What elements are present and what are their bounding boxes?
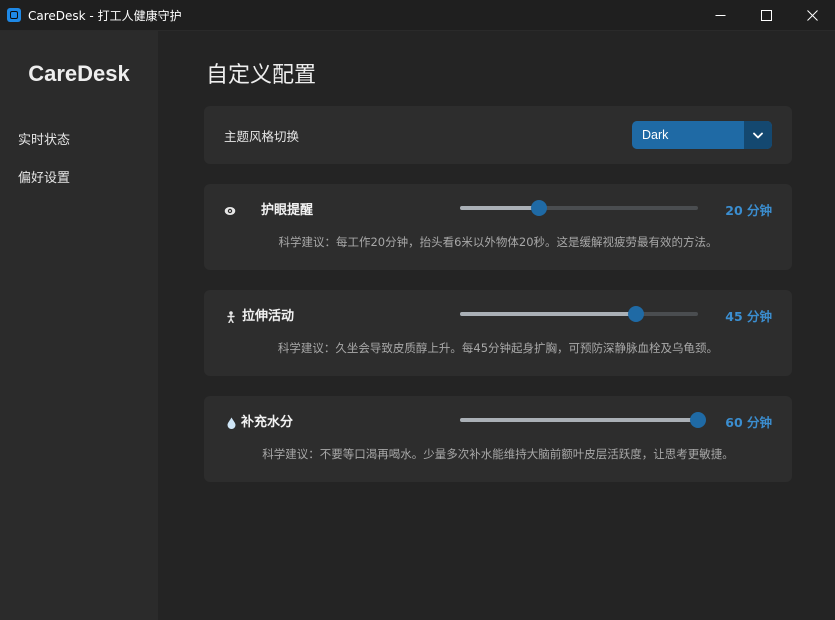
maximize-icon — [760, 10, 772, 21]
slider-thumb[interactable] — [628, 306, 645, 322]
page-title: 自定义配置 — [206, 63, 317, 88]
theme-dropdown[interactable]: Dark — [632, 121, 772, 149]
theme-dropdown-value: Dark — [642, 128, 669, 142]
water-tip-text: 科学建议：不要等口渴再喝水。少量多次补水能维持大脑前额叶皮层活跃度，让思考更敏捷… — [262, 447, 734, 461]
app-icon — [7, 8, 21, 22]
stretch-interval-value: 45 分钟 — [725, 309, 772, 324]
title-bar: CareDesk - 打工人健康守护 — [0, 0, 835, 31]
maximize-button[interactable] — [743, 0, 789, 31]
water-interval-value: 60 分钟 — [725, 415, 772, 430]
app-logo: CareDesk — [28, 61, 130, 86]
sidebar: CareDesk 实时状态 偏好设置 — [0, 31, 158, 620]
slider-thumb[interactable] — [690, 412, 706, 428]
sidebar-item-preferences[interactable]: 偏好设置 — [18, 167, 70, 186]
setting-card-eye: 护眼提醒 20 分钟 科学建议：每工作20分钟，抬头看6米以外物体20秒。这是缓… — [204, 184, 792, 270]
sidebar-item-status[interactable]: 实时状态 — [18, 129, 70, 148]
close-button[interactable] — [789, 0, 835, 31]
water-setting-title: 补充水分 — [241, 415, 294, 430]
eye-tip-text: 科学建议：每工作20分钟，抬头看6米以外物体20秒。这是缓解视疲劳最有效的方法。 — [278, 235, 718, 249]
slider-thumb[interactable] — [530, 200, 547, 216]
eye-icon — [224, 205, 236, 217]
close-icon — [806, 10, 818, 21]
stretch-person-icon — [225, 311, 237, 323]
window-title: CareDesk - 打工人健康守护 — [28, 8, 182, 23]
stretch-interval-slider[interactable] — [460, 306, 698, 322]
eye-interval-slider[interactable] — [460, 200, 698, 216]
eye-interval-value: 20 分钟 — [725, 203, 772, 218]
window-controls — [697, 0, 835, 31]
minimize-icon — [715, 15, 725, 16]
chevron-down-icon[interactable] — [744, 121, 772, 149]
stretch-tip-text: 科学建议：久坐会导致皮质醇上升。每45分钟起身扩胸，可预防深静脉血栓及乌龟颈。 — [277, 341, 719, 355]
eye-setting-title: 护眼提醒 — [261, 203, 314, 218]
stretch-setting-title: 拉伸活动 — [242, 309, 295, 324]
minimize-button[interactable] — [697, 0, 743, 31]
setting-card-stretch: 拉伸活动 45 分钟 科学建议：久坐会导致皮质醇上升。每45分钟起身扩胸，可预防… — [204, 290, 792, 376]
main-panel: 自定义配置 主题风格切换 Dark 护眼提醒 20 分钟 科学建议：每工作20分… — [158, 31, 835, 620]
water-drop-icon — [225, 417, 237, 429]
theme-label: 主题风格切换 — [224, 129, 300, 144]
water-interval-slider[interactable] — [460, 412, 706, 428]
theme-card: 主题风格切换 Dark — [204, 106, 792, 164]
setting-card-water: 补充水分 60 分钟 科学建议：不要等口渴再喝水。少量多次补水能维持大脑前额叶皮… — [204, 396, 792, 482]
